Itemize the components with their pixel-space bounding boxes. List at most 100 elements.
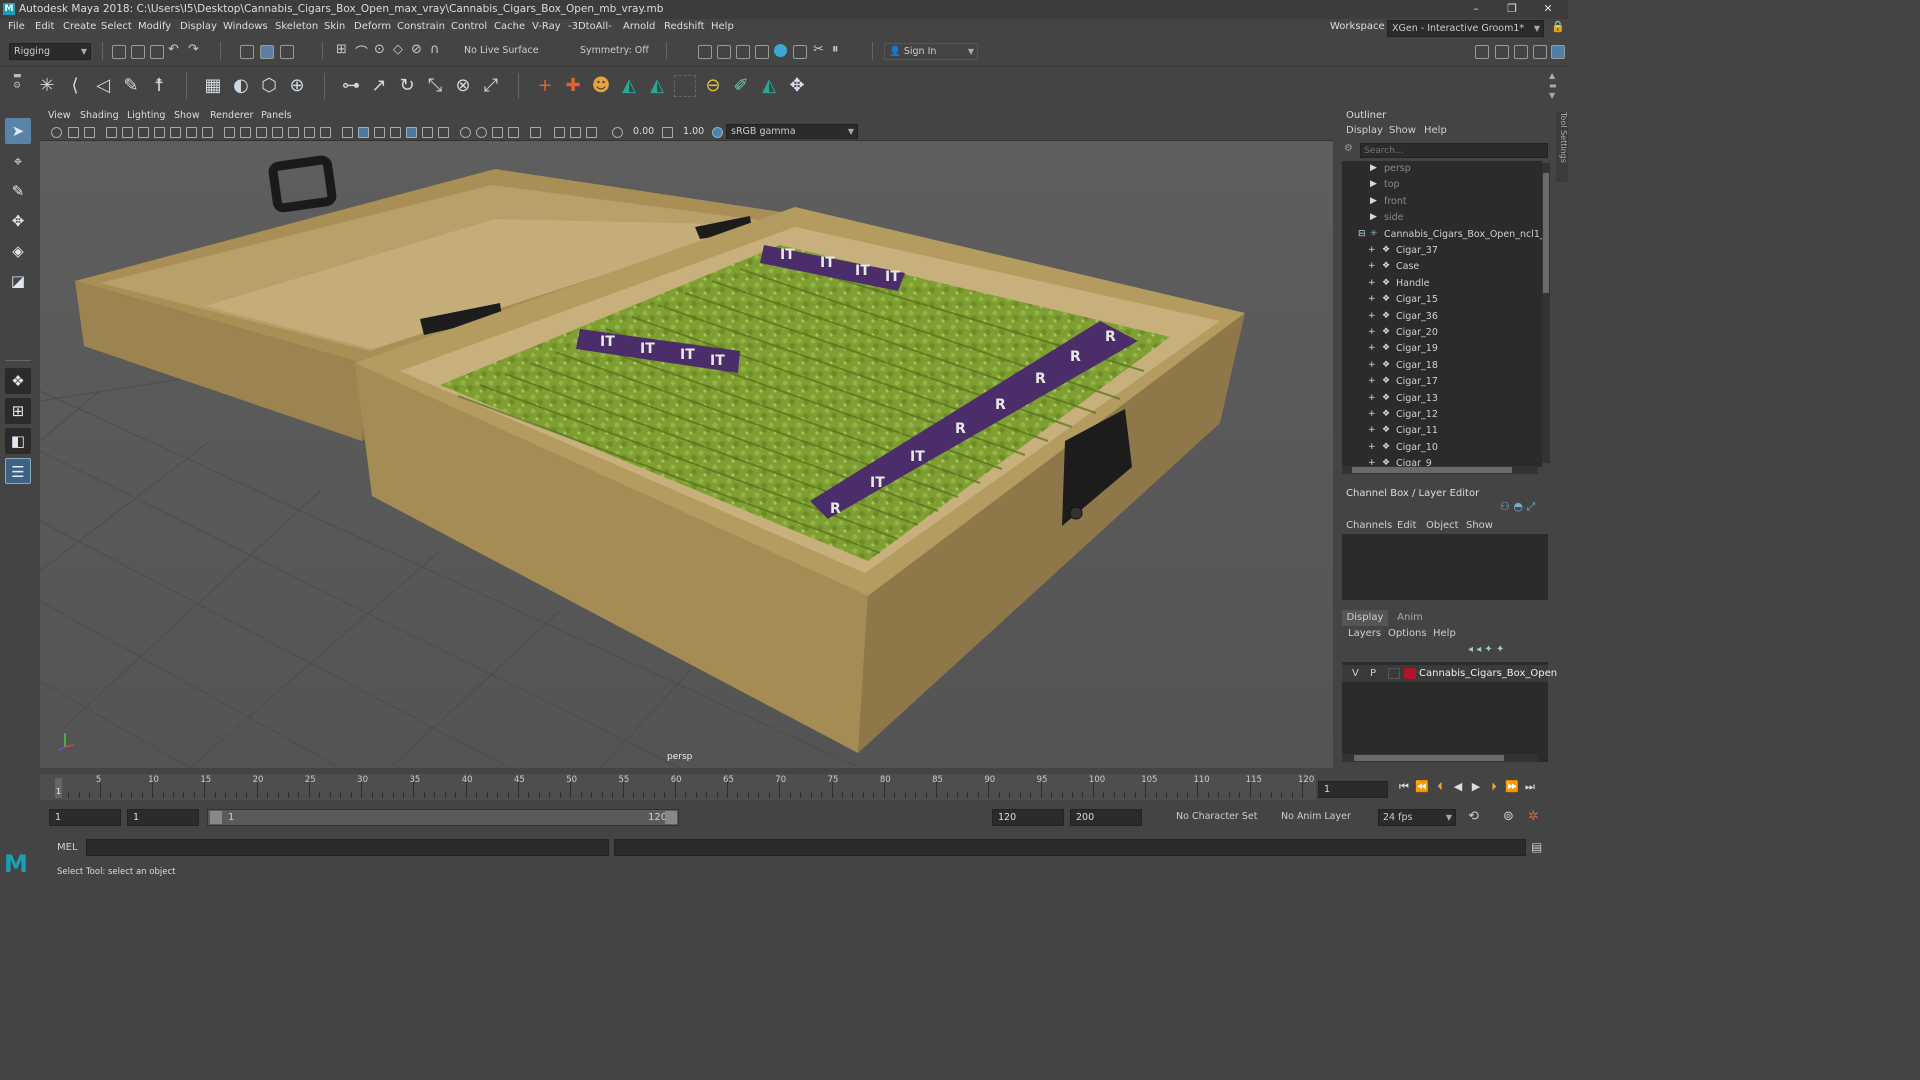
isolate-select-icon[interactable] <box>530 127 541 138</box>
menu-control[interactable]: Control <box>451 21 487 32</box>
outliner-menu-help[interactable]: Help <box>1424 125 1447 136</box>
menu-deform[interactable]: Deform <box>354 21 391 32</box>
go-to-end-icon[interactable]: ⏭ <box>1522 780 1538 794</box>
channel-menu-object[interactable]: Object <box>1426 520 1459 531</box>
viewport-menu-shading[interactable]: Shading <box>80 110 119 121</box>
make-live-icon[interactable]: ⊘ <box>411 42 422 57</box>
outliner-search-input[interactable] <box>1360 143 1548 158</box>
ipr-render-icon[interactable] <box>717 45 731 59</box>
expand-icon[interactable]: + <box>1368 376 1376 386</box>
lattice-icon[interactable]: ⬡ <box>258 75 280 97</box>
hik-character-icon[interactable]: ☻ <box>590 75 612 97</box>
vray-render-icon[interactable]: ✂ <box>813 42 824 57</box>
outliner-item[interactable]: ▶ front <box>1342 194 1542 210</box>
expand-icon[interactable]: + <box>1368 311 1376 321</box>
outliner-item[interactable]: + ❖ Cigar_10 <box>1342 440 1542 456</box>
step-back-key-icon[interactable]: ⏪ <box>1414 780 1430 793</box>
play-backwards-icon[interactable]: ◀ <box>1450 780 1466 793</box>
gamma-icon[interactable] <box>662 127 673 138</box>
playback-start-field[interactable]: 1 <box>127 809 199 826</box>
outliner-item[interactable]: + ❖ Cigar_11 <box>1342 423 1542 439</box>
expand-icon[interactable]: + <box>1368 360 1376 370</box>
perspective-viewport[interactable]: IT IT IT IT IT IT IT IT R R R R R IT IT R persp <box>40 141 1333 768</box>
move-tool-icon[interactable]: ✥ <box>5 208 31 234</box>
resolution-gate-icon[interactable] <box>186 127 197 138</box>
outliner-item[interactable]: ▶ side <box>1342 210 1542 226</box>
step-back-frame-icon[interactable]: ⏴ <box>1432 780 1448 794</box>
ambient-occlusion-icon[interactable] <box>460 127 471 138</box>
horizontal-pan-icon[interactable] <box>288 127 299 138</box>
scrollbar-thumb[interactable] <box>1352 467 1512 473</box>
vertical-pan-icon[interactable] <box>304 127 315 138</box>
play-forwards-icon[interactable]: ▶ <box>1468 780 1484 793</box>
viewport-menu-view[interactable]: View <box>48 110 71 121</box>
exposure-icon[interactable] <box>612 127 623 138</box>
layer-row[interactable]: V P Cannabis_Cigars_Box_Open <box>1342 665 1557 682</box>
outliner-item[interactable]: ▶ top <box>1342 177 1542 193</box>
layers-menu-options[interactable]: Options <box>1388 628 1427 639</box>
animation-preferences-icon[interactable]: ✲ <box>1528 809 1539 824</box>
camera-lock-icon[interactable] <box>68 127 79 138</box>
menu-3dtoall[interactable]: -3DtoAll- <box>568 21 612 32</box>
add-influence-icon[interactable]: ✚ <box>562 75 584 97</box>
expand-icon[interactable]: + <box>1368 327 1376 337</box>
expand-icon[interactable]: + <box>1368 393 1376 403</box>
outliner-item[interactable]: + ❖ Cigar_36 <box>1342 309 1542 325</box>
xray-active-icon[interactable] <box>570 127 581 138</box>
layer-editor-icon[interactable] <box>1551 45 1565 59</box>
multisample-icon[interactable] <box>492 127 503 138</box>
expand-icon[interactable]: + <box>1368 294 1376 304</box>
time-slider[interactable]: 5 10 15 20 25 30 35 40 45 50 55 60 65 70 75 80 85 90 95 100… <box>40 774 1316 800</box>
pose-editor-icon[interactable]: ✥ <box>786 75 808 97</box>
new-scene-icon[interactable] <box>112 45 126 59</box>
save-scene-icon[interactable] <box>150 45 164 59</box>
shelf-scroll-icon[interactable]: ▲ ▬ ▼ <box>1549 71 1557 101</box>
expand-icon[interactable]: + <box>1368 425 1376 435</box>
select-tool-icon[interactable]: ➤ <box>5 118 31 144</box>
menuset-dropdown[interactable]: Rigging ▼ <box>9 43 91 60</box>
menu-file[interactable]: File <box>8 21 25 32</box>
expand-icon[interactable]: + <box>1368 245 1376 255</box>
outliner-item[interactable]: + ❖ Cigar_12 <box>1342 407 1542 423</box>
range-slider-end-handle[interactable] <box>665 811 677 824</box>
smooth-bind-icon[interactable]: ◐ <box>230 75 252 97</box>
two-d-pan-zoom-icon[interactable] <box>122 127 133 138</box>
outliner-item[interactable]: + ❖ Cigar_19 <box>1342 341 1542 357</box>
bookmark-icon[interactable] <box>84 127 95 138</box>
redo-icon[interactable]: ↷ <box>188 42 199 57</box>
current-frame-field[interactable]: 1 <box>1318 781 1388 798</box>
live-surface-field[interactable]: No Live Surface <box>460 43 542 60</box>
layer-type-toggle[interactable] <box>1388 668 1400 679</box>
outliner-vertical-scrollbar[interactable] <box>1542 163 1550 463</box>
channel-menu-edit[interactable]: Edit <box>1397 520 1416 531</box>
step-forward-frame-icon[interactable]: ⏵ <box>1486 780 1502 794</box>
wireframe-on-shaded-icon[interactable] <box>374 127 385 138</box>
expand-icon[interactable]: + <box>1368 278 1376 288</box>
outliner-horizontal-scrollbar[interactable] <box>1342 466 1538 474</box>
go-to-start-icon[interactable]: ⏮ <box>1396 780 1412 794</box>
point-constraint-icon[interactable]: ↗ <box>368 75 390 97</box>
open-scene-icon[interactable] <box>131 45 145 59</box>
safe-title-icon[interactable] <box>272 127 283 138</box>
cut-icon[interactable] <box>154 127 165 138</box>
lasso-tool-icon[interactable]: ⌖ <box>5 148 31 174</box>
snap-to-curve-icon[interactable]: ⌒ <box>355 42 368 61</box>
range-slider[interactable]: 1 120 <box>207 809 679 826</box>
paint-skin-icon[interactable]: ✐ <box>730 75 752 97</box>
outliner-menu-show[interactable]: Show <box>1389 125 1416 136</box>
menu-help[interactable]: Help <box>711 21 734 32</box>
outliner-item[interactable]: + ❖ Case <box>1342 259 1542 275</box>
modeling-toolkit-icon[interactable] <box>1475 45 1489 59</box>
expand-icon[interactable]: + <box>1368 409 1376 419</box>
exposure-field[interactable]: 0.00 <box>628 125 656 140</box>
aim-constraint-icon[interactable]: ⊗ <box>452 75 474 97</box>
snap-to-view-plane-icon[interactable]: ◇ <box>393 42 403 57</box>
command-input[interactable] <box>86 839 609 856</box>
channel-box-icons[interactable]: ⚇ ◓ ⤢ <box>1500 500 1535 514</box>
outliner-item[interactable]: + ❖ Cigar_37 <box>1342 243 1542 259</box>
menu-select[interactable]: Select <box>101 21 132 32</box>
persp-outliner-layout-icon[interactable]: ◧ <box>5 428 31 454</box>
layer-visibility-toggle[interactable]: V <box>1352 668 1359 679</box>
tool-settings-icon[interactable] <box>1514 45 1528 59</box>
channel-menu-show[interactable]: Show <box>1466 520 1493 531</box>
